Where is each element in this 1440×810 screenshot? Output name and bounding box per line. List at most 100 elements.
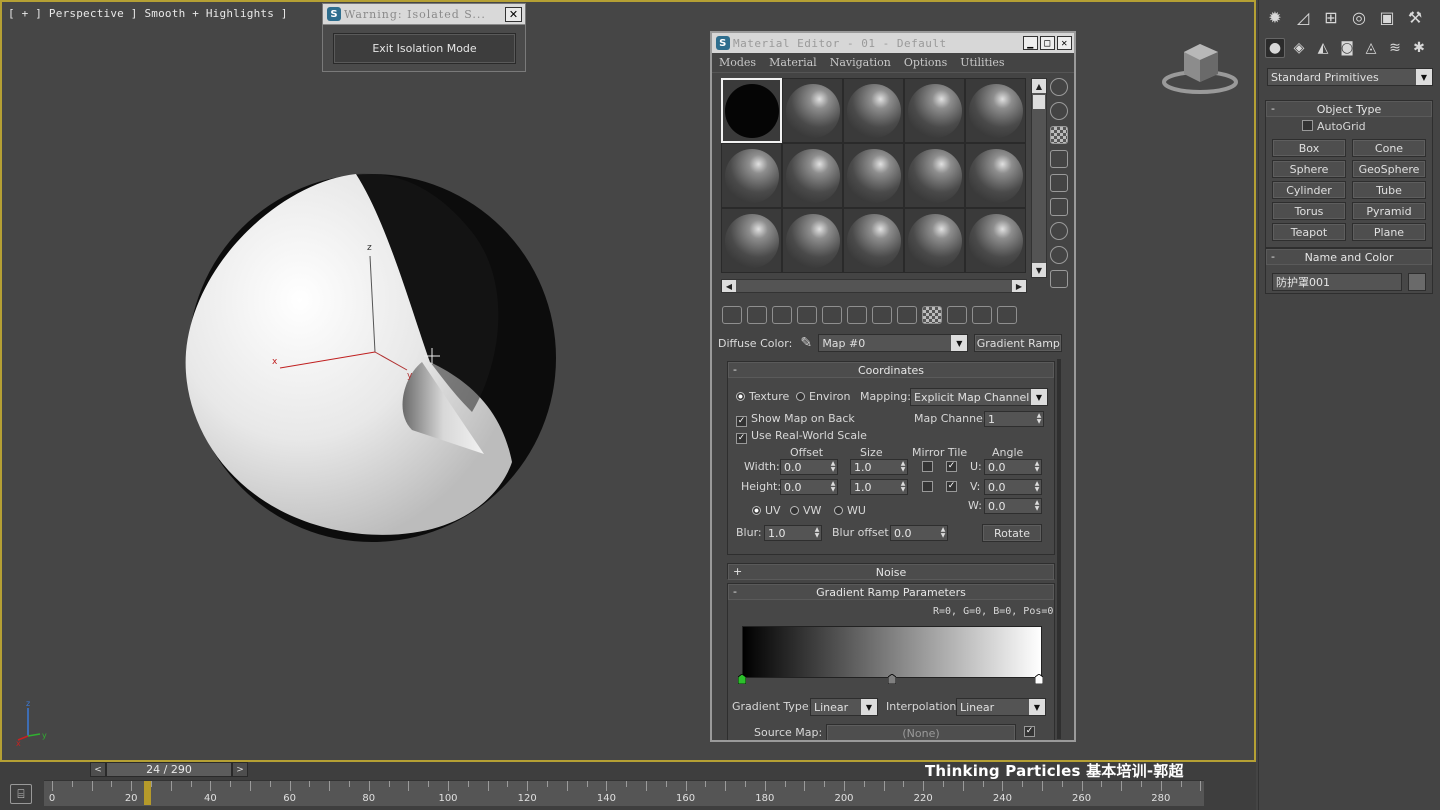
- gradient-type-combo[interactable]: Linear ▼: [810, 698, 878, 716]
- height-mirror-checkbox[interactable]: [922, 481, 933, 492]
- make-unique-icon[interactable]: [822, 306, 842, 324]
- plane-button[interactable]: Plane: [1352, 223, 1426, 241]
- scroll-left-icon[interactable]: ◀: [722, 280, 736, 292]
- object-name-input[interactable]: 防护罩001: [1272, 273, 1402, 291]
- assign-to-selection-icon[interactable]: [772, 306, 792, 324]
- menu-material[interactable]: Material: [769, 56, 817, 69]
- scroll-down-icon[interactable]: ▼: [1032, 263, 1046, 277]
- pyramid-button[interactable]: Pyramid: [1352, 202, 1426, 220]
- scene-objects[interactable]: z x y: [172, 162, 572, 552]
- w-angle-spinner[interactable]: 0.0 ▲ ▼: [984, 498, 1042, 514]
- slots-horizontal-scrollbar[interactable]: ◀ ▶: [721, 279, 1027, 293]
- torus-button[interactable]: Torus: [1272, 202, 1346, 220]
- scroll-up-icon[interactable]: ▲: [1032, 79, 1046, 93]
- tube-button[interactable]: Tube: [1352, 181, 1426, 199]
- sample-slot[interactable]: [965, 78, 1026, 143]
- noise-header[interactable]: + Noise: [728, 564, 1054, 580]
- select-by-material-icon[interactable]: [1050, 246, 1068, 264]
- create-tab-icon[interactable]: ✹: [1263, 6, 1287, 28]
- get-material-icon[interactable]: [722, 306, 742, 324]
- menu-options[interactable]: Options: [904, 56, 947, 69]
- close-button[interactable]: ✕: [1057, 36, 1072, 50]
- menu-modes[interactable]: Modes: [719, 56, 756, 69]
- pick-material-icon[interactable]: [997, 306, 1017, 324]
- prev-frame-button[interactable]: <: [90, 762, 106, 777]
- put-to-scene-icon[interactable]: [747, 306, 767, 324]
- shapes-icon[interactable]: ◈: [1289, 38, 1309, 58]
- mapping-combo[interactable]: Explicit Map Channel ▼: [910, 388, 1048, 406]
- gradient-flag-mid-icon[interactable]: [888, 674, 896, 684]
- chevron-down-icon[interactable]: ▼: [1416, 69, 1432, 85]
- go-forward-sibling-icon[interactable]: [972, 306, 992, 324]
- gradient-ramp-bar[interactable]: [742, 626, 1042, 678]
- show-end-result-icon[interactable]: [922, 306, 942, 324]
- uv-radio[interactable]: UV: [752, 504, 781, 517]
- use-real-world-checkbox[interactable]: ✓ Use Real-World Scale: [736, 429, 867, 444]
- coordinates-header[interactable]: - Coordinates: [728, 362, 1054, 378]
- source-map-checkbox[interactable]: ✓: [1024, 726, 1035, 737]
- reset-map-icon[interactable]: [797, 306, 817, 324]
- gradient-ramp-header[interactable]: - Gradient Ramp Parameters: [728, 584, 1054, 600]
- blur-offset-spinner[interactable]: 0.0 ▲ ▼: [890, 525, 948, 541]
- geometry-icon[interactable]: ●: [1265, 38, 1285, 58]
- texture-radio[interactable]: Texture: [736, 390, 789, 403]
- sample-slot[interactable]: [843, 78, 904, 143]
- warning-close-button[interactable]: ✕: [505, 6, 522, 22]
- source-map-button[interactable]: (None): [826, 724, 1016, 740]
- rotate-button[interactable]: Rotate: [982, 524, 1042, 542]
- menu-utilities[interactable]: Utilities: [960, 56, 1004, 69]
- background-checker-icon[interactable]: [1050, 126, 1068, 144]
- height-tile-checkbox[interactable]: ✓: [946, 481, 957, 492]
- sample-slot[interactable]: [721, 78, 782, 143]
- object-type-header[interactable]: - Object Type: [1266, 101, 1432, 117]
- space-warps-icon[interactable]: ≋: [1385, 38, 1405, 58]
- modify-tab-icon[interactable]: ◿: [1291, 6, 1315, 28]
- cylinder-button[interactable]: Cylinder: [1272, 181, 1346, 199]
- width-mirror-checkbox[interactable]: [922, 461, 933, 472]
- time-slider[interactable]: < 24 / 290 >: [90, 762, 248, 778]
- hierarchy-tab-icon[interactable]: ⊞: [1319, 6, 1343, 28]
- chevron-down-icon[interactable]: ▼: [1029, 699, 1045, 715]
- next-frame-button[interactable]: >: [232, 762, 248, 777]
- motion-tab-icon[interactable]: ◎: [1347, 6, 1371, 28]
- minimize-button[interactable]: ▁: [1023, 36, 1038, 50]
- map-name-combo[interactable]: Map #0 ▼: [818, 334, 969, 352]
- teapot-button[interactable]: Teapot: [1272, 223, 1346, 241]
- systems-icon[interactable]: ✱: [1409, 38, 1429, 58]
- viewcube-icon[interactable]: [1162, 38, 1242, 98]
- object-color-swatch[interactable]: [1408, 273, 1426, 291]
- material-editor-scrollbar[interactable]: [1057, 359, 1061, 739]
- sample-uv-tiling-icon[interactable]: [1050, 150, 1068, 168]
- box-button[interactable]: Box: [1272, 139, 1346, 157]
- chevron-down-icon[interactable]: ▼: [951, 335, 968, 351]
- blur-spinner[interactable]: 1.0 ▲ ▼: [764, 525, 822, 541]
- material-map-navigator-icon[interactable]: [1050, 270, 1068, 288]
- name-color-header[interactable]: - Name and Color: [1266, 249, 1432, 265]
- sample-slot[interactable]: [904, 78, 965, 143]
- vw-radio[interactable]: VW: [790, 504, 821, 517]
- make-preview-icon[interactable]: [1050, 198, 1068, 216]
- show-map-on-back-checkbox[interactable]: ✓ Show Map on Back: [736, 412, 855, 427]
- primitives-dropdown[interactable]: Standard Primitives ▼: [1267, 68, 1433, 86]
- cameras-icon[interactable]: ◙: [1337, 38, 1357, 58]
- interpolation-combo[interactable]: Linear ▼: [956, 698, 1046, 716]
- eyedropper-icon[interactable]: ✎: [800, 335, 816, 351]
- sphere-button[interactable]: Sphere: [1272, 160, 1346, 178]
- helpers-icon[interactable]: ◬: [1361, 38, 1381, 58]
- sample-slot[interactable]: [782, 143, 843, 208]
- sample-slot[interactable]: [843, 208, 904, 273]
- height-offset-spinner[interactable]: 0.0 ▲ ▼: [780, 479, 838, 495]
- sample-slot[interactable]: [843, 143, 904, 208]
- width-offset-spinner[interactable]: 0.0 ▲ ▼: [780, 459, 838, 475]
- video-color-check-icon[interactable]: [1050, 174, 1068, 192]
- lights-icon[interactable]: ◭: [1313, 38, 1333, 58]
- sample-slot[interactable]: [782, 208, 843, 273]
- chevron-down-icon[interactable]: ▼: [861, 699, 877, 715]
- open-mini-curve-editor-icon[interactable]: ⌸: [10, 784, 32, 804]
- viewport-label[interactable]: [ + ] Perspective ] Smooth + Highlights …: [8, 7, 288, 20]
- warning-titlebar[interactable]: S Warning: Isolated S... ✕: [323, 4, 525, 25]
- width-size-spinner[interactable]: 1.0 ▲ ▼: [850, 459, 908, 475]
- sample-slot[interactable]: [904, 208, 965, 273]
- material-editor-titlebar[interactable]: S Material Editor - 01 - Default ▁ □ ✕: [712, 33, 1074, 53]
- map-type-button[interactable]: Gradient Ramp: [974, 334, 1063, 352]
